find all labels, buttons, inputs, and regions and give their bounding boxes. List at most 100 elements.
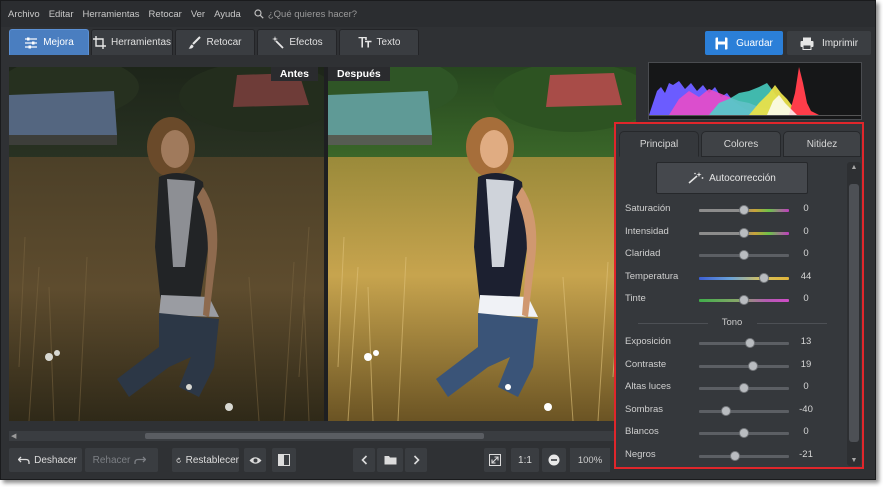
sparkle-wand-icon: [688, 172, 704, 184]
reset-button[interactable]: Restablecer: [172, 448, 239, 472]
horizontal-scrollbar[interactable]: ◀: [9, 431, 636, 441]
zoom-level[interactable]: 100%: [570, 448, 610, 472]
menu-retocar[interactable]: Retocar: [149, 9, 182, 20]
slider-row-exposicion: Exposición 13: [616, 335, 848, 351]
menu-bar: Archivo Editar Herramientas Retocar Ver …: [1, 1, 875, 27]
slider-row-sombras: Sombras -40: [616, 403, 848, 419]
slider-row-blancos: Blancos 0: [616, 425, 848, 441]
save-button[interactable]: Guardar: [705, 31, 783, 55]
slider-label-saturacion: Saturación: [625, 203, 671, 214]
slider-value-saturacion: 0: [803, 203, 809, 214]
slider-handle-temperatura[interactable]: [758, 272, 769, 283]
tab-colores[interactable]: Colores: [701, 131, 781, 157]
menu-editar[interactable]: Editar: [49, 9, 74, 20]
slider-value-contraste: 19: [800, 358, 812, 370]
slider-handle-negros[interactable]: [729, 451, 740, 461]
scroll-left-icon[interactable]: ◀: [11, 432, 16, 440]
menu-herramientas[interactable]: Herramientas: [83, 9, 140, 20]
slider-handle-sombras[interactable]: [721, 405, 731, 416]
slider-row-tinte: Tinte 0: [616, 292, 848, 308]
eye-icon: [249, 456, 261, 464]
previous-photo-button[interactable]: [353, 448, 375, 472]
scroll-up-icon[interactable]: ▲: [847, 164, 861, 171]
slider-handle-exposicion[interactable]: [744, 338, 755, 348]
slider-label-altas-luces: Altas luces: [625, 381, 671, 393]
after-label: Después: [328, 67, 390, 81]
slider-value-blancos: 0: [803, 426, 809, 438]
split-view-icon: [278, 454, 290, 466]
redo-label: Rehacer: [92, 454, 131, 466]
undo-button[interactable]: Deshacer: [9, 448, 82, 472]
fit-to-screen-button[interactable]: [484, 448, 506, 472]
scroll-down-icon[interactable]: ▼: [847, 457, 861, 464]
slider-label-negros: Negros: [625, 449, 656, 460]
photo-canvas[interactable]: Antes Después: [9, 67, 636, 421]
redo-button[interactable]: Rehacer: [85, 448, 158, 472]
tab-nitidez[interactable]: Nitidez: [783, 131, 861, 157]
slider-handle-saturacion[interactable]: [739, 205, 749, 215]
slider-handle-blancos[interactable]: [739, 428, 749, 439]
photo-after: Después: [328, 67, 636, 421]
preview-toggle-button[interactable]: [244, 448, 266, 472]
tab-herramientas-label: Herramientas: [110, 37, 172, 48]
tone-section-header: Tono: [616, 317, 848, 329]
slider-track-contraste[interactable]: [699, 364, 789, 368]
slider-track-temperatura[interactable]: [699, 276, 789, 280]
slider-handle-claridad[interactable]: [739, 250, 749, 260]
chevron-right-icon: [413, 455, 420, 465]
before-label: Antes: [270, 67, 318, 81]
menu-ver[interactable]: Ver: [191, 9, 205, 20]
zoom-out-button[interactable]: [542, 448, 566, 472]
horizontal-scroll-thumb[interactable]: [145, 433, 484, 439]
print-button[interactable]: Imprimir: [787, 31, 871, 55]
tab-mejora-label: Mejora: [43, 37, 74, 48]
tab-herramientas[interactable]: Herramientas: [91, 29, 173, 55]
tab-texto-label: Texto: [376, 37, 401, 48]
menu-archivo[interactable]: Archivo: [8, 9, 40, 20]
slider-handle-tinte[interactable]: [739, 295, 749, 305]
slider-value-negros: -21: [799, 449, 813, 460]
tab-retocar[interactable]: Retocar: [175, 29, 255, 55]
slider-row-negros: Negros -21: [616, 448, 848, 464]
slider-label-sombras: Sombras: [625, 403, 664, 415]
compare-view-button[interactable]: [272, 448, 296, 472]
reset-label: Restablecer: [185, 454, 239, 466]
tab-principal[interactable]: Principal: [619, 131, 699, 157]
save-label: Guardar: [736, 37, 773, 49]
next-photo-button[interactable]: [405, 448, 427, 472]
slider-label-contraste: Contraste: [625, 358, 667, 370]
histogram: [648, 62, 862, 120]
slider-handle-altas-luces[interactable]: [739, 383, 749, 394]
panel-scroll-thumb[interactable]: [849, 184, 859, 442]
undo-icon: [18, 456, 30, 464]
menu-ayuda[interactable]: Ayuda: [214, 9, 241, 20]
slider-label-blancos: Blancos: [625, 426, 659, 438]
tab-efectos-label: Efectos: [289, 37, 323, 48]
panel-scrollbar[interactable]: ▲ ▼: [847, 162, 861, 466]
chevron-left-icon: [360, 455, 367, 465]
slider-label-claridad: Claridad: [625, 248, 661, 259]
slider-handle-intensidad[interactable]: [739, 227, 749, 238]
slider-row-claridad: Claridad 0: [616, 247, 848, 263]
tab-texto[interactable]: Texto: [339, 29, 419, 55]
photo-editor-window: Archivo Editar Herramientas Retocar Ver …: [0, 0, 876, 480]
slider-track-sombras[interactable]: [699, 409, 789, 413]
slider-handle-contraste[interactable]: [747, 360, 758, 371]
tab-efectos[interactable]: Efectos: [257, 29, 337, 55]
actual-size-button[interactable]: 1:1: [511, 448, 539, 472]
tab-mejora[interactable]: Mejora: [9, 29, 89, 55]
tab-retocar-label: Retocar: [206, 37, 242, 48]
open-folder-button[interactable]: [377, 448, 403, 472]
slider-track-negros[interactable]: [699, 455, 789, 458]
slider-value-temperatura: 44: [800, 270, 812, 282]
slider-value-exposicion: 13: [800, 336, 812, 347]
crop-icon: [92, 36, 106, 49]
search-field[interactable]: ¿Qué quieres hacer?: [254, 9, 357, 20]
slider-row-altas-luces: Altas luces 0: [616, 380, 848, 396]
brush-icon: [188, 36, 202, 49]
search-placeholder: ¿Qué quieres hacer?: [267, 8, 358, 20]
undo-label: Deshacer: [34, 454, 77, 466]
slider-value-tinte: 0: [803, 293, 809, 304]
slider-row-intensidad: Intensidad 0: [616, 225, 848, 241]
autocorrect-button[interactable]: Autocorrección: [656, 162, 808, 194]
